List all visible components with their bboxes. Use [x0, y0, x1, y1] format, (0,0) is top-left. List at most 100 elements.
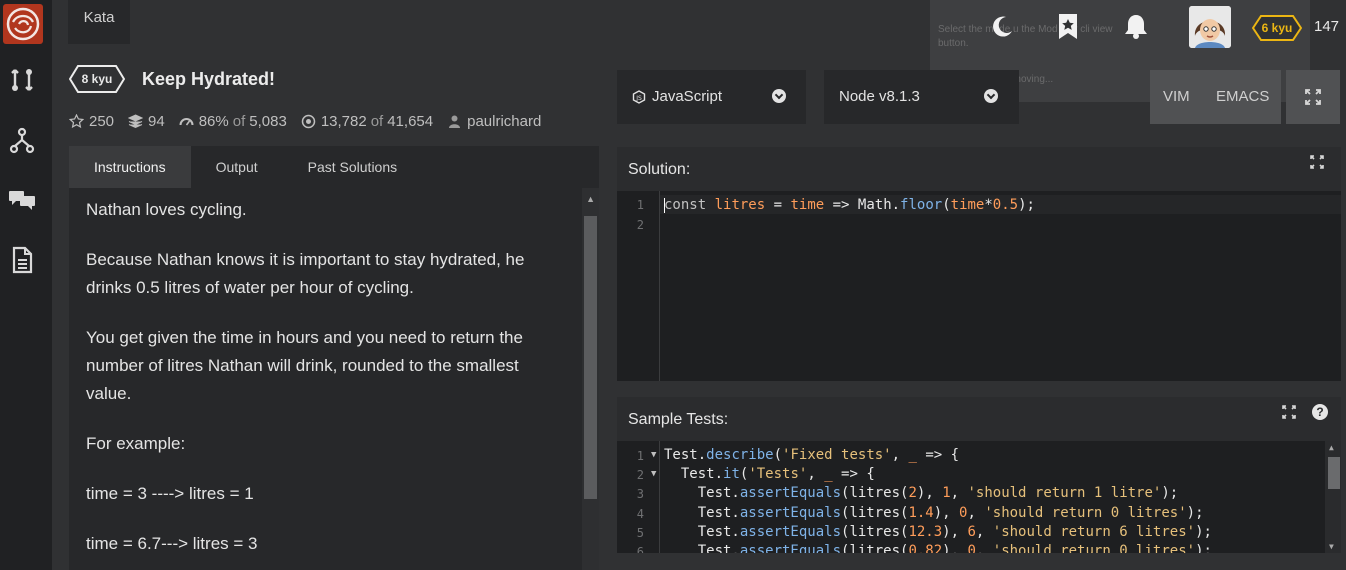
solution-editor[interactable]: 1 2 const litres = time => Math.floor(ti…: [617, 191, 1341, 381]
chevron-down-icon: [772, 89, 786, 103]
instructions-scrollbar[interactable]: ▲: [582, 188, 599, 570]
satisfaction-stat: 86% of 5,083: [179, 113, 287, 130]
vim-button[interactable]: VIM: [1163, 70, 1190, 124]
fork-icon[interactable]: [8, 126, 36, 154]
gutter-divider: [659, 441, 660, 553]
codewars-logo-icon[interactable]: [3, 4, 43, 44]
stars-count: 250: [89, 112, 115, 130]
scrollbar-thumb[interactable]: [1328, 457, 1340, 489]
code-line[interactable]: Test.assertEquals(litres(2), 1, 'should …: [664, 485, 1179, 501]
code-line[interactable]: Test.it('Tests', _ => {: [664, 466, 875, 482]
left-nav-rail: [0, 0, 52, 570]
chevron-down-icon: [984, 89, 998, 103]
language-label: JavaScript: [652, 88, 723, 105]
line-number: 1: [636, 449, 644, 463]
line-number: 2: [636, 468, 644, 482]
expand-icon[interactable]: [1310, 155, 1324, 169]
of-label: of: [232, 112, 246, 130]
instructions-body: Nathan loves cycling. Because Nathan kno…: [86, 196, 536, 570]
stars-stat[interactable]: 250: [69, 113, 114, 130]
code-line[interactable]: Test.assertEquals(litres(0.82), 0, 'shou…: [664, 543, 1212, 553]
help-icon[interactable]: ?: [1312, 404, 1328, 420]
kata-rank-label: 8 kyu: [81, 72, 113, 86]
text-cursor: [664, 198, 665, 213]
tests-title: Sample Tests:: [628, 411, 729, 428]
moon-icon[interactable]: [988, 12, 1016, 40]
user-icon: [449, 115, 461, 128]
instruction-paragraph: time = 3 ----> litres = 1: [86, 484, 254, 503]
attempted-count: 41,654: [387, 112, 434, 130]
scroll-down-icon[interactable]: ▼: [1329, 542, 1334, 551]
layers-icon: [128, 113, 144, 128]
overlay-text: button.: [938, 38, 969, 49]
author-name: paulrichard: [467, 112, 542, 130]
tab-output[interactable]: Output: [191, 146, 283, 188]
version-label: Node v8.1.3: [839, 88, 920, 105]
javascript-icon: JS: [632, 90, 646, 104]
line-number: 6: [636, 545, 644, 553]
gauge-icon: [179, 117, 194, 125]
scroll-up-icon[interactable]: ▲: [1329, 443, 1334, 452]
discuss-icon[interactable]: [8, 186, 36, 214]
svg-text:JS: JS: [635, 95, 642, 102]
code-line[interactable]: Test.assertEquals(litres(1.4), 0, 'shoul…: [664, 505, 1204, 521]
line-number: 5: [636, 526, 644, 540]
instruction-paragraph: Nathan loves cycling.: [86, 200, 247, 219]
tests-editor[interactable]: 1 ▼ 2 ▼ 3 4 5 6 Test.describe('Fixed tes…: [617, 441, 1341, 553]
satisfaction-votes: 5,083: [249, 112, 287, 130]
instruction-paragraph: time = 6.7---> litres = 3: [86, 534, 258, 553]
bookmark-star-icon[interactable]: [1054, 12, 1082, 40]
fullscreen-button[interactable]: [1286, 70, 1340, 124]
line-number: 4: [636, 507, 644, 521]
line-number: 3: [636, 487, 644, 501]
scroll-up-icon[interactable]: ▲: [586, 194, 595, 204]
satisfaction-percent: 86%: [198, 112, 229, 130]
gutter-divider: [659, 191, 660, 381]
collections-stat[interactable]: 94: [128, 113, 165, 130]
code-line[interactable]: Test.assertEquals(litres(12.3), 6, 'shou…: [664, 524, 1212, 540]
instruction-tabs: Instructions Output Past Solutions: [69, 146, 599, 188]
instruction-paragraph: Because Nathan knows it is important to …: [86, 250, 525, 297]
target-icon: [301, 114, 316, 128]
kata-nav-tab[interactable]: Kata: [68, 0, 130, 44]
expand-icon[interactable]: [1282, 405, 1296, 419]
completion-stat: 13,782 of 41,654: [301, 113, 433, 130]
practice-icon[interactable]: [8, 66, 36, 94]
scrollbar-thumb[interactable]: [584, 216, 597, 499]
instruction-paragraph: For example:: [86, 434, 186, 453]
collections-count: 94: [148, 112, 165, 130]
code-line[interactable]: Test.describe('Fixed tests', _ => {: [664, 447, 959, 463]
completed-count: 13,782: [320, 112, 367, 130]
solution-header: Solution:: [617, 147, 1341, 191]
star-icon: [69, 113, 84, 128]
instruction-paragraph: You get given the time in hours and you …: [86, 328, 523, 403]
kata-title: Keep Hydrated!: [142, 69, 276, 89]
code-line[interactable]: const litres = time => Math.floor(time*0…: [664, 197, 1035, 213]
kata-rank-badge: 8 kyu: [68, 65, 126, 93]
bell-icon[interactable]: [1122, 12, 1150, 40]
language-select[interactable]: JS JavaScript: [617, 70, 806, 124]
tab-instructions[interactable]: Instructions: [69, 146, 191, 188]
docs-icon[interactable]: [8, 246, 36, 274]
line-number: 1: [636, 198, 644, 212]
author-stat[interactable]: paulrichard: [447, 113, 541, 130]
keybinding-toggle: VIM EMACS: [1150, 70, 1281, 124]
version-select[interactable]: Node v8.1.3: [824, 70, 1019, 124]
expand-icon: [1305, 89, 1321, 105]
tab-past-solutions[interactable]: Past Solutions: [283, 146, 423, 188]
solution-title: Solution:: [628, 161, 691, 178]
fold-arrow-icon[interactable]: ▼: [651, 469, 656, 479]
tests-scrollbar[interactable]: ▲ ▼: [1325, 441, 1341, 553]
line-number: 2: [636, 218, 644, 232]
emacs-button[interactable]: EMACS: [1216, 70, 1269, 124]
instructions-panel: Nathan loves cycling. Because Nathan kno…: [69, 188, 599, 570]
user-rank-badge[interactable]: 6 kyu: [1251, 15, 1303, 41]
user-avatar[interactable]: [1189, 6, 1231, 48]
of-label: of: [370, 112, 384, 130]
user-rank-label: 6 kyu: [1261, 21, 1293, 35]
fold-arrow-icon[interactable]: ▼: [651, 450, 656, 460]
honor-count[interactable]: 147: [1314, 18, 1339, 35]
kata-stats: 250 94 86% of 5,083 13,782 of 41,654 pau…: [69, 111, 555, 131]
tests-header: Sample Tests: ?: [617, 397, 1341, 441]
overlay-text: Select the mode u the Mod n or cli view: [938, 24, 1113, 35]
